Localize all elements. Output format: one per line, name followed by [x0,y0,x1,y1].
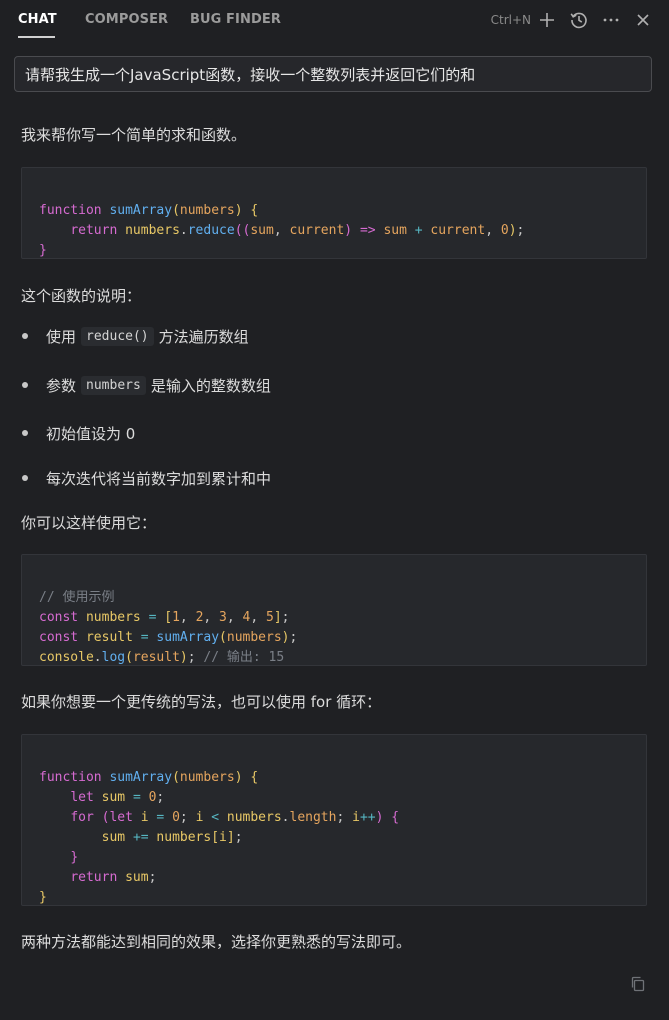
code-line: console.log(result); // 输出: 15 [39,650,285,665]
history-icon[interactable] [567,8,591,32]
tab-composer[interactable]: COMPOSER [85,12,168,27]
more-icon[interactable] [599,8,623,32]
code-line: } [39,890,47,905]
code-line: } [70,850,79,865]
close-icon[interactable] [631,8,655,32]
panel-header: CHAT COMPOSER BUG FINDER Ctrl+N [0,0,669,40]
explain-heading: 这个函数的说明： [21,287,142,305]
code-line: return sum; [70,870,157,885]
code-line: const result = sumArray(numbers); [39,630,298,645]
alt-heading: 如果你想要一个更传统的写法，也可以使用 for 循环： [21,693,382,711]
code-block-usage[interactable]: // 使用示例 const numbers = [1, 2, 3, 4, 5]; c… [21,554,647,666]
code-line: // 使用示例 [39,590,115,605]
code-line: sum += numbers[i]; [101,830,243,845]
new-chat-shortcut: Ctrl+N [490,13,531,27]
header-actions: Ctrl+N [491,8,655,32]
code-block-reduce[interactable]: function sumArray(numbers) { return numb… [21,167,647,259]
user-prompt-text: 请帮我生成一个JavaScript函数，接收一个整数列表并返回它们的和 [25,65,476,84]
list-item: 使用 reduce() 方法遍历数组 [21,324,249,348]
usage-heading: 你可以这样使用它： [21,514,157,532]
bullet-text: 初始值设为 0 [46,424,136,443]
inline-code: reduce() [81,326,154,346]
response-intro: 我来帮你写一个简单的求和函数。 [21,126,247,144]
tab-chat[interactable]: CHAT [18,12,57,27]
list-item: 每次迭代将当前数字加到累计和中 [21,466,271,490]
code-line: } [39,243,47,258]
bullet-dot [22,475,28,481]
bullet-text: 是输入的整数数组 [150,376,271,395]
tab-bug-finder[interactable]: BUG FINDER [190,12,281,27]
bullet-dot [22,430,28,436]
code-line: function sumArray(numbers) { [39,203,259,218]
bullet-dot [22,333,28,339]
bullet-text: 参数 [46,376,77,395]
code-block-for-loop[interactable]: function sumArray(numbers) { let sum = 0… [21,734,647,906]
code-line: return numbers.reduce((sum, current) => … [70,223,525,238]
copy-icon[interactable] [629,975,647,993]
bullet-text: 使用 [46,327,77,346]
plus-icon[interactable] [535,8,559,32]
user-prompt-box[interactable]: 请帮我生成一个JavaScript函数，接收一个整数列表并返回它们的和 [14,56,652,92]
response-conclusion: 两种方法都能达到相同的效果，选择你更熟悉的写法即可。 [21,933,412,951]
bullet-text: 每次迭代将当前数字加到累计和中 [46,469,272,488]
list-item: 参数 numbers 是输入的整数数组 [21,373,271,397]
list-item: 初始值设为 0 [21,421,135,445]
code-line: const numbers = [1, 2, 3, 4, 5]; [39,610,290,625]
code-line: for (let i = 0; i < numbers.length; i++)… [70,810,400,825]
bullet-text: 方法遍历数组 [158,327,249,346]
code-line: let sum = 0; [70,790,165,805]
inline-code: numbers [81,375,146,395]
active-tab-underline [18,36,55,38]
code-line: function sumArray(numbers) { [39,770,259,785]
bullet-dot [22,382,28,388]
